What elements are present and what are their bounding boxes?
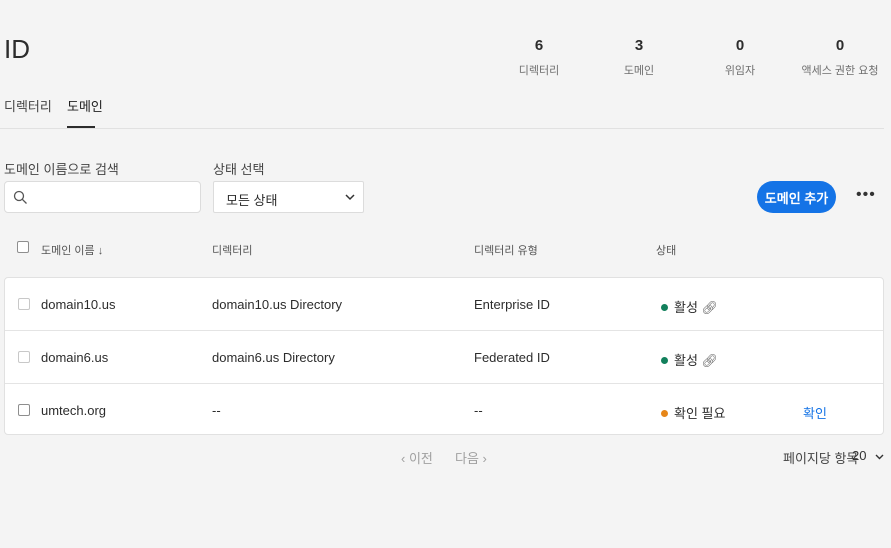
search-label: 도메인 이름으로 검색 bbox=[4, 162, 119, 177]
table-row[interactable]: domain10.us domain10.us Directory Enterp… bbox=[5, 278, 883, 331]
row-checkbox[interactable] bbox=[18, 351, 30, 363]
status-dot-icon bbox=[661, 410, 668, 417]
stat-value: 3 bbox=[634, 37, 644, 54]
add-domain-button[interactable]: 도메인 추가 bbox=[757, 181, 836, 213]
stat-value: 6 bbox=[534, 37, 544, 54]
prev-label: 이전 bbox=[408, 451, 433, 466]
column-header-status: 상태 bbox=[656, 245, 677, 257]
link-icon: 🔗︎ bbox=[701, 353, 719, 368]
status: 확인 필요 bbox=[661, 403, 725, 422]
column-header-domain[interactable]: 도메인 이름 ↓ bbox=[41, 242, 103, 258]
status-text: 활성 bbox=[674, 353, 698, 368]
search-input[interactable] bbox=[4, 181, 201, 213]
chevron-left-icon: ‹ bbox=[401, 451, 409, 466]
directory-type: Enterprise ID bbox=[474, 297, 550, 312]
directory-type: -- bbox=[474, 403, 483, 418]
link-icon: 🔗︎ bbox=[701, 300, 719, 315]
column-header-directory-type: 디렉터리 유형 bbox=[474, 245, 538, 257]
tab-divider bbox=[0, 128, 884, 129]
status-dot-icon bbox=[661, 357, 668, 364]
row-checkbox[interactable] bbox=[18, 298, 30, 310]
stat-directories: 6 디렉터리 bbox=[484, 37, 594, 78]
domain-table: domain10.us domain10.us Directory Enterp… bbox=[4, 277, 884, 435]
status-text: 활성 bbox=[674, 300, 698, 315]
chevron-down-icon bbox=[345, 194, 355, 201]
table-row[interactable]: umtech.org -- -- 확인 필요 확인 bbox=[5, 384, 883, 437]
column-label: 도메인 이름 bbox=[41, 245, 95, 257]
prev-page-button[interactable]: ‹ 이전 bbox=[401, 448, 433, 467]
stat-label: 위임자 bbox=[724, 65, 756, 77]
stat-delegates: 0 위임자 bbox=[685, 37, 795, 78]
more-options-button[interactable]: ••• bbox=[856, 186, 876, 204]
domain-name: domain10.us bbox=[41, 297, 116, 312]
directory-name: domain10.us Directory bbox=[212, 297, 343, 312]
stat-domains: 3 도메인 bbox=[584, 37, 694, 78]
status-select-value: 모든 상태 bbox=[226, 193, 278, 208]
directory-type: Federated ID bbox=[474, 350, 550, 365]
page-title: ID bbox=[4, 34, 30, 64]
per-page-value: 20 bbox=[852, 448, 867, 463]
search-icon bbox=[13, 190, 27, 204]
per-page-select[interactable]: 20 bbox=[852, 448, 884, 463]
row-checkbox[interactable] bbox=[18, 404, 30, 416]
stat-value: 0 bbox=[835, 37, 845, 54]
status: 활성 🔗︎ bbox=[661, 350, 718, 369]
tab-domains[interactable]: 도메인 bbox=[67, 96, 103, 115]
next-page-button[interactable]: 다음 › bbox=[455, 448, 487, 467]
table-row[interactable]: domain6.us domain6.us Directory Federate… bbox=[5, 331, 883, 384]
chevron-right-icon: › bbox=[478, 451, 487, 466]
status: 활성 🔗︎ bbox=[661, 297, 718, 316]
next-label: 다음 bbox=[455, 451, 479, 466]
status-text: 확인 필요 bbox=[674, 406, 726, 421]
stat-label: 디렉터리 bbox=[518, 65, 560, 77]
per-page-label: 페이지당 항목 bbox=[783, 451, 859, 466]
domain-name: umtech.org bbox=[41, 403, 107, 418]
stat-label: 액세스 권한 요청 bbox=[801, 65, 879, 77]
column-header-directory: 디렉터리 bbox=[212, 245, 253, 257]
stat-label: 도메인 bbox=[623, 65, 655, 77]
directory-name: -- bbox=[212, 403, 221, 418]
verify-link[interactable]: 확인 bbox=[803, 403, 827, 422]
chevron-down-icon bbox=[875, 454, 884, 460]
domain-name: domain6.us bbox=[41, 350, 109, 365]
stat-value: 0 bbox=[735, 37, 745, 54]
status-select[interactable]: 모든 상태 bbox=[213, 181, 364, 213]
sort-down-icon: ↓ bbox=[97, 245, 104, 257]
status-dot-icon bbox=[661, 304, 668, 311]
stat-access-requests: 0 액세스 권한 요청 bbox=[785, 37, 891, 78]
directory-name: domain6.us Directory bbox=[212, 350, 335, 365]
select-all-checkbox[interactable] bbox=[17, 241, 29, 253]
status-label: 상태 선택 bbox=[213, 162, 265, 177]
tab-directories[interactable]: 디렉터리 bbox=[4, 96, 52, 115]
